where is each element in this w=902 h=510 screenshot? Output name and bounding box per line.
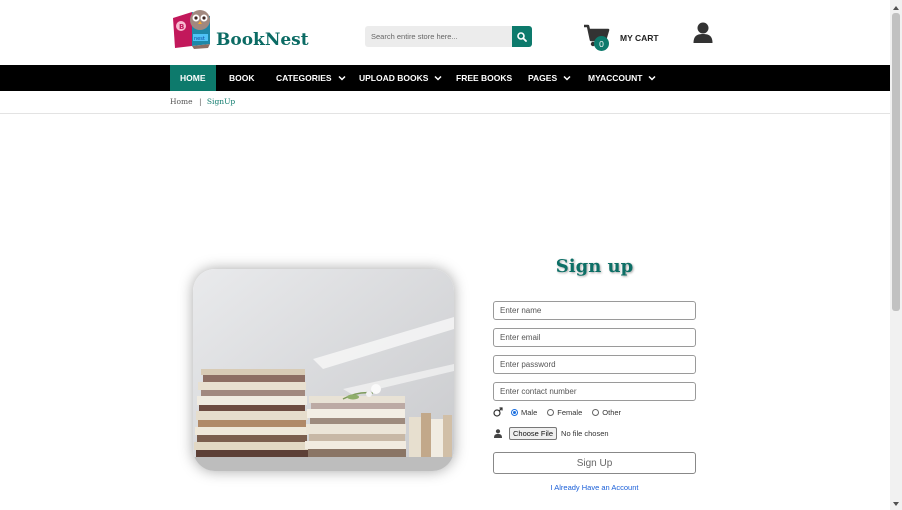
breadcrumb-current: SignUp (206, 97, 236, 106)
gender-other-radio[interactable] (592, 408, 600, 416)
breadcrumb-separator: | (199, 97, 202, 106)
nav-item-book[interactable]: BOOK (229, 65, 255, 91)
file-status-text: No file chosen (561, 429, 609, 438)
gender-male-label: Male (521, 407, 538, 417)
signup-title: Sign up (555, 256, 634, 277)
nav-item-pages[interactable]: PAGES (528, 65, 571, 91)
search-icon (517, 31, 527, 42)
nav-item-label: UPLOAD BOOKS (359, 73, 429, 83)
booknest-logo-icon[interactable]: B nest (170, 8, 216, 50)
search-input[interactable] (365, 26, 513, 47)
gender-male-radio[interactable] (511, 408, 518, 416)
cart-count-badge: 0 (594, 36, 609, 51)
choose-file-button[interactable]: Choose File (509, 427, 558, 440)
breadcrumb: Home | SignUp (170, 97, 235, 106)
page: B nest BookNest 0 MY CART HOME BOOK CATE… (0, 0, 902, 510)
contact-number-input[interactable] (493, 382, 696, 401)
main-nav: HOME BOOK CATEGORIES UPLOAD BOOKS FREE B… (0, 65, 890, 91)
nav-item-label: FREE BOOKS (456, 73, 513, 83)
header-divider (0, 113, 890, 114)
password-input[interactable] (493, 355, 696, 374)
svg-text:B: B (179, 23, 184, 31)
breadcrumb-home-link[interactable]: Home (170, 97, 193, 106)
email-input[interactable] (493, 328, 696, 347)
nav-item-label: CATEGORIES (276, 73, 332, 83)
gender-selector: Male Female Other (493, 406, 621, 418)
user-account-icon[interactable] (693, 22, 713, 44)
male-symbol-icon (493, 407, 503, 417)
scroll-up-arrow-icon[interactable] (892, 4, 900, 12)
person-icon (494, 429, 502, 438)
gender-female-radio[interactable] (547, 408, 555, 416)
chevron-down-icon (338, 75, 346, 81)
chevron-down-icon (563, 75, 571, 81)
chevron-down-icon (648, 75, 656, 81)
name-input[interactable] (493, 301, 696, 320)
search-button[interactable] (512, 26, 532, 47)
svg-text:nest: nest (194, 36, 205, 42)
nav-item-label: MYACCOUNT (588, 73, 643, 83)
nav-item-upload-books[interactable]: UPLOAD BOOKS (359, 65, 442, 91)
brand-name[interactable]: BookNest (216, 30, 309, 50)
scrollbar-thumb[interactable] (892, 13, 900, 311)
gender-other-label: Other (602, 407, 622, 417)
nav-item-label: BOOK (229, 73, 255, 83)
nav-item-home[interactable]: HOME (170, 65, 216, 91)
chevron-down-icon (434, 75, 442, 81)
scroll-down-arrow-icon[interactable] (892, 500, 900, 508)
signup-button[interactable]: Sign Up (493, 452, 696, 474)
nav-item-label: HOME (180, 73, 206, 83)
profile-photo-upload: Choose File No file chosen (493, 427, 609, 440)
existing-account-link[interactable]: I Already Have an Account (493, 483, 696, 492)
nav-item-categories[interactable]: CATEGORIES (276, 65, 346, 91)
gender-female-label: Female (557, 407, 583, 417)
nav-item-myaccount[interactable]: MYACCOUNT (588, 65, 656, 91)
books-photo (193, 269, 454, 471)
nav-item-free-books[interactable]: FREE BOOKS (456, 65, 512, 91)
nav-item-label: PAGES (528, 73, 558, 83)
cart-label[interactable]: MY CART (620, 33, 659, 43)
